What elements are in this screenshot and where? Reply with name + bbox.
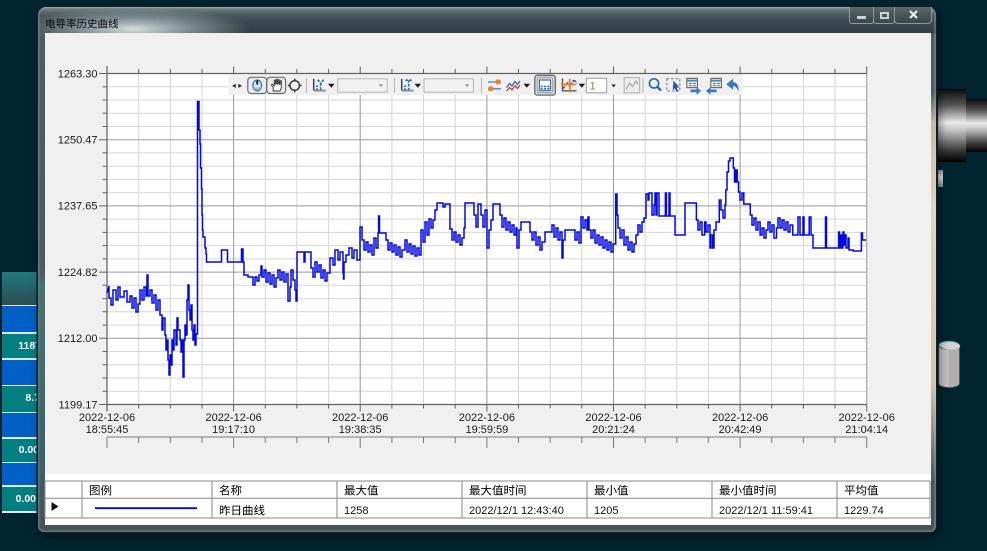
svg-text:19:59:59: 19:59:59 — [465, 424, 508, 436]
svg-text:1258: 1258 — [344, 505, 368, 517]
svg-text:2022/12/1 12:43:40: 2022/12/1 12:43:40 — [469, 505, 564, 517]
svg-text:19:17:10: 19:17:10 — [212, 424, 255, 436]
svg-text:20:21:24: 20:21:24 — [592, 424, 635, 436]
svg-text:2022-12-06: 2022-12-06 — [205, 412, 261, 424]
svg-text:2022-12-06: 2022-12-06 — [839, 412, 895, 424]
svg-text:2022-12-06: 2022-12-06 — [79, 412, 135, 424]
svg-text:1205: 1205 — [594, 505, 618, 517]
svg-text:2022-12-06: 2022-12-06 — [585, 412, 641, 424]
svg-text:2022-12-06: 2022-12-06 — [459, 412, 515, 424]
svg-text:1263.30: 1263.30 — [58, 68, 98, 80]
svg-text:1199.17: 1199.17 — [59, 399, 98, 411]
svg-text:20:42:49: 20:42:49 — [719, 424, 762, 436]
svg-text:18:55:45: 18:55:45 — [86, 424, 129, 436]
svg-text:1229.74: 1229.74 — [844, 505, 884, 517]
svg-text:2022/12/1 11:59:41: 2022/12/1 11:59:41 — [719, 505, 813, 517]
svg-text:1237.65: 1237.65 — [58, 201, 98, 213]
svg-text:1212.00: 1212.00 — [58, 333, 98, 345]
svg-text:19:38:35: 19:38:35 — [339, 424, 382, 436]
svg-text:2022-12-06: 2022-12-06 — [712, 412, 768, 424]
svg-text:1224.82: 1224.82 — [58, 267, 98, 279]
svg-text:2022-12-06: 2022-12-06 — [332, 412, 388, 424]
svg-text:21:04:14: 21:04:14 — [845, 424, 888, 436]
svg-text:1250.47: 1250.47 — [58, 135, 98, 147]
svg-text:1: 1 — [590, 80, 596, 92]
